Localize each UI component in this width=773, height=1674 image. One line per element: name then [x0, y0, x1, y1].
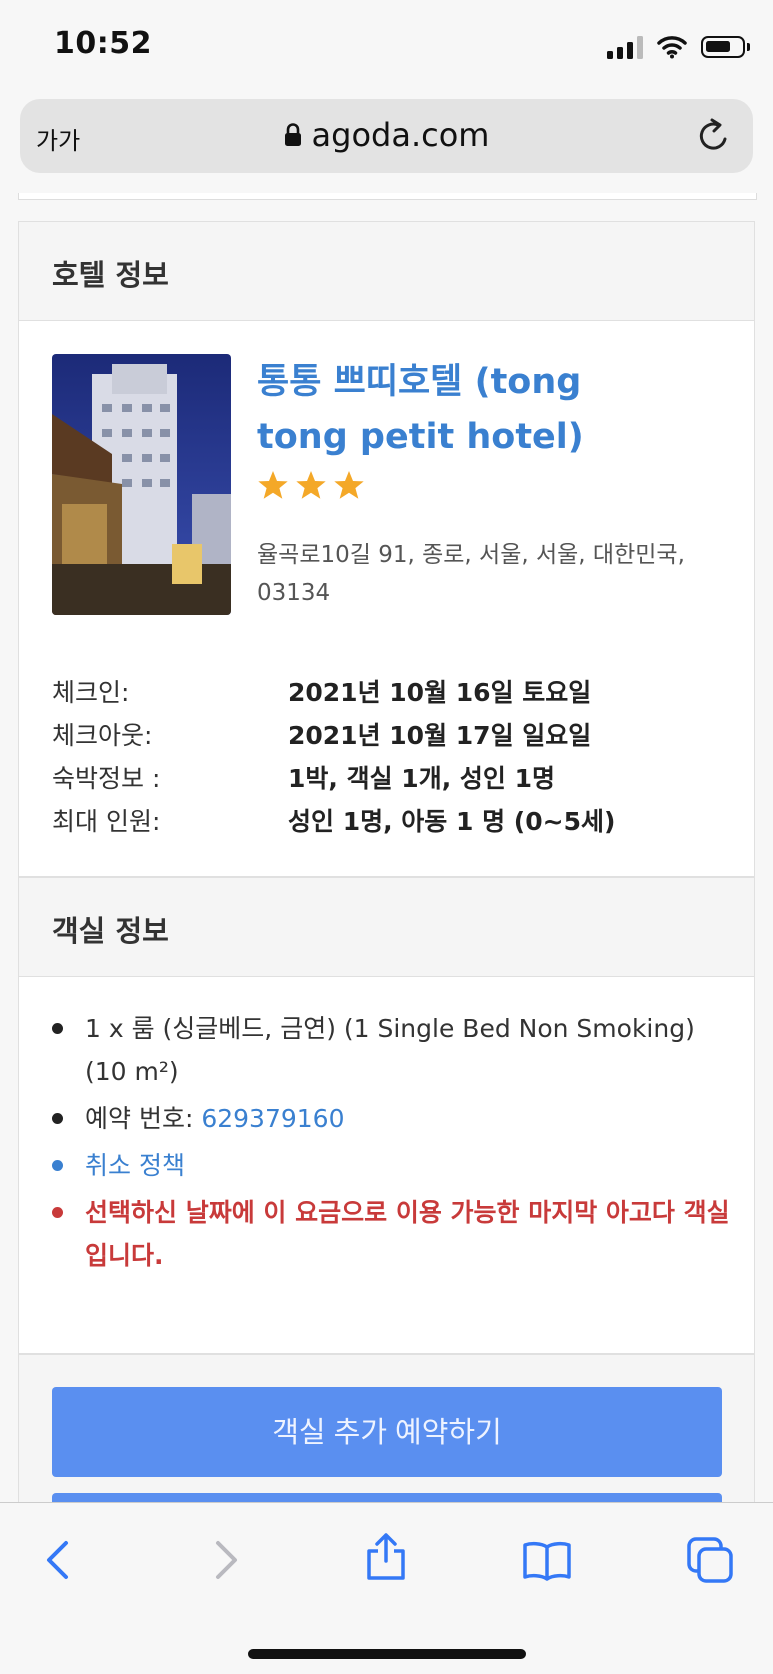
star-icon: [334, 471, 364, 499]
previous-card-edge: [18, 193, 757, 200]
home-indicator: [248, 1649, 526, 1659]
checkout-label: 체크아웃:: [52, 721, 153, 750]
star-icon: [258, 471, 288, 499]
cellular-signal-icon: [607, 35, 643, 59]
bullet-icon: [52, 1207, 63, 1218]
stay-info-value: 1박, 객실 1개, 성인 1명: [288, 764, 555, 793]
cancel-policy-item[interactable]: 취소 정책: [52, 1144, 732, 1187]
bullet-icon: [52, 1023, 63, 1034]
room-info-header: 객실 정보: [18, 877, 755, 977]
booking-number-label: 예약 번호:: [85, 1104, 202, 1133]
bullet-icon: [52, 1113, 63, 1124]
last-room-notice-item: 선택하신 날짜에 이 요금으로 이용 가능한 마지막 아고다 객실입니다.: [52, 1191, 732, 1277]
hotel-address: 율곡로10길 91, 종로, 서울, 서울, 대한민국, 03134: [257, 542, 685, 606]
max-occupancy-value: 성인 1명, 아동 1 명 (0~5세): [288, 807, 616, 836]
share-icon[interactable]: [361, 1531, 411, 1581]
room-type-text: 1 x 룸 (싱글베드, 금연) (1 Single Bed Non Smoki…: [85, 1014, 695, 1086]
checkin-value: 2021년 10월 16일 토요일: [288, 678, 592, 707]
back-icon[interactable]: [34, 1535, 84, 1585]
hotel-star-rating: [257, 469, 365, 501]
max-occupancy-label: 최대 인원:: [52, 807, 161, 836]
hotel-name-link[interactable]: 통통 쁘띠호텔 (tong tong petit hotel): [257, 355, 677, 465]
star-icon: [296, 471, 326, 499]
status-time: 10:52: [54, 26, 152, 61]
room-details-list: 1 x 룸 (싱글베드, 금연) (1 Single Bed Non Smoki…: [52, 1007, 732, 1281]
room-info-body: 1 x 룸 (싱글베드, 금연) (1 Single Bed Non Smoki…: [18, 977, 755, 1354]
add-room-button[interactable]: 객실 추가 예약하기: [52, 1387, 722, 1477]
stay-info-row: 숙박정보 : 1박, 객실 1개, 성인 1명: [52, 759, 742, 799]
address-bar[interactable]: 가가 agoda.com: [20, 99, 753, 173]
checkout-value: 2021년 10월 17일 일요일: [288, 721, 592, 750]
stay-info-label: 숙박정보 :: [52, 764, 161, 793]
cancel-policy-link[interactable]: 취소 정책: [85, 1151, 185, 1180]
url-domain: agoda.com: [311, 116, 490, 154]
checkout-row: 체크아웃: 2021년 10월 17일 일요일: [52, 716, 742, 756]
battery-icon: [701, 36, 750, 58]
room-type-item: 1 x 룸 (싱글베드, 금연) (1 Single Bed Non Smoki…: [52, 1007, 732, 1093]
hotel-info-title: 호텔 정보: [52, 258, 169, 292]
room-info-title: 객실 정보: [52, 914, 169, 948]
last-room-notice: 선택하신 날짜에 이 요금으로 이용 가능한 마지막 아고다 객실입니다.: [85, 1198, 730, 1270]
lock-icon: [284, 123, 301, 146]
hotel-info-header: 호텔 정보: [18, 221, 755, 321]
max-occupancy-row: 최대 인원: 성인 1명, 아동 1 명 (0~5세): [52, 802, 742, 842]
action-area: 객실 추가 예약하기: [18, 1354, 755, 1523]
url-display[interactable]: agoda.com: [20, 116, 753, 154]
bookmarks-icon[interactable]: [522, 1535, 572, 1585]
status-bar: 10:52: [0, 0, 773, 95]
checkin-label: 체크인:: [52, 678, 130, 707]
wifi-icon: [657, 36, 687, 59]
hotel-info-body: 통통 쁘띠호텔 (tong tong petit hotel) 율곡로10길 9…: [18, 321, 755, 877]
tabs-icon[interactable]: [685, 1535, 735, 1585]
forward-icon[interactable]: [200, 1535, 250, 1585]
booking-number-link[interactable]: 629379160: [201, 1104, 344, 1133]
hotel-photo[interactable]: [52, 354, 231, 615]
checkin-row: 체크인: 2021년 10월 16일 토요일: [52, 673, 742, 713]
reload-icon[interactable]: [695, 117, 733, 155]
browser-toolbar: [0, 1502, 773, 1674]
bullet-icon: [52, 1160, 63, 1171]
status-icons: [607, 30, 750, 64]
booking-number-item: 예약 번호: 629379160: [52, 1097, 732, 1140]
